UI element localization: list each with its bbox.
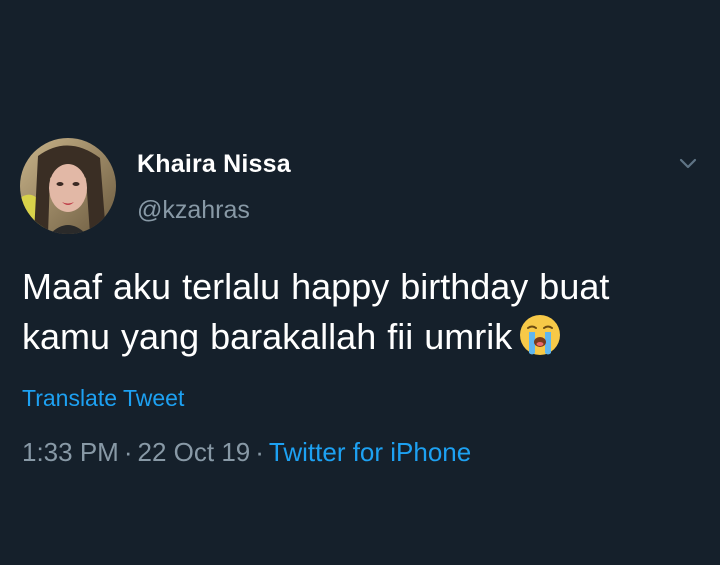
tweet-text: Maaf aku terlalu happy birthday buat kam…	[22, 262, 702, 362]
author-display-name[interactable]: Khaira Nissa	[137, 150, 291, 179]
tweet-text-line: Maaf aku terlalu happy birthday buat	[22, 266, 610, 307]
separator: ·	[255, 437, 264, 467]
tweet-card: Khaira Nissa @kzahras Maaf aku terlalu h…	[0, 0, 720, 565]
tweet-text-line: kamu yang barakallah fii umrik	[22, 312, 702, 362]
avatar[interactable]	[20, 138, 116, 234]
chevron-down-icon[interactable]	[676, 152, 700, 176]
tweet-source-link[interactable]: Twitter for iPhone	[269, 437, 471, 467]
loudly-crying-face-icon	[518, 313, 562, 357]
tweet-date: 22 Oct 19	[137, 437, 251, 467]
tweet-text-segment: kamu yang barakallah fii umrik	[22, 316, 513, 357]
translate-tweet-link[interactable]: Translate Tweet	[22, 385, 184, 412]
tweet-time: 1:33 PM	[22, 437, 119, 467]
separator: ·	[123, 437, 133, 467]
tweet-metadata: 1:33 PM · 22 Oct 19 · Twitter for iPhone	[22, 437, 471, 468]
author-handle[interactable]: @kzahras	[137, 196, 250, 225]
